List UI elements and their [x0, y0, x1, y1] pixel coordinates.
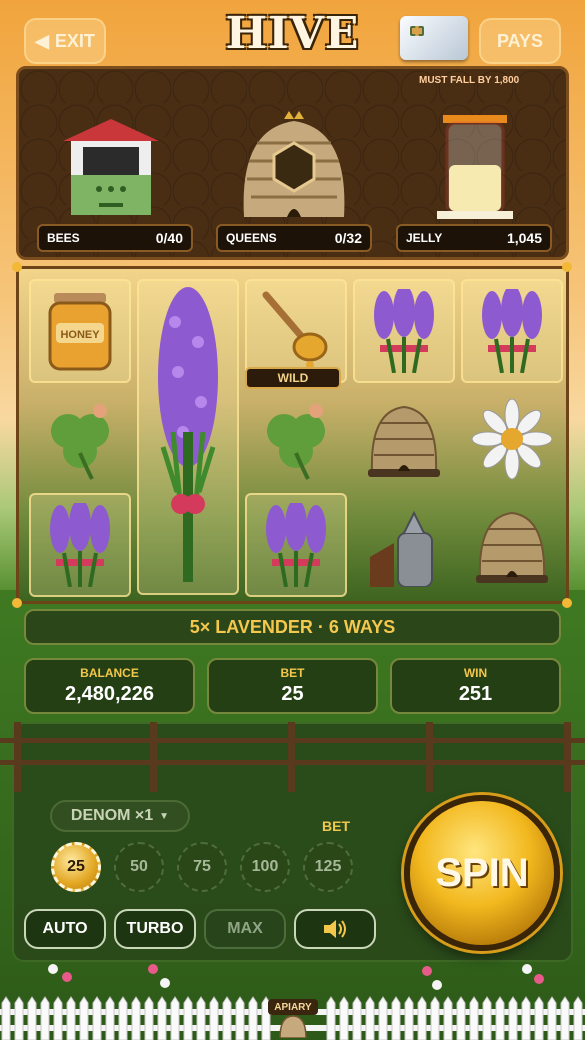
queens-label: QUEENS: [226, 231, 277, 245]
bet-chip-75[interactable]: 75: [177, 842, 227, 892]
win-message: 5× LAVENDER · 6 WAYS: [24, 609, 561, 645]
speaker-icon: [324, 920, 346, 938]
lavender-icon: [374, 289, 434, 373]
reel-grid[interactable]: HONEY WILD: [16, 266, 569, 604]
queens-counter: QUEENS 0/32: [216, 224, 372, 252]
reel-corner: [12, 598, 22, 608]
bees-counter: BEES 0/40: [37, 224, 193, 252]
win-box: WIN 251: [390, 658, 561, 714]
game-title: HIVE: [225, 8, 360, 59]
balance-value: 2,480,226: [65, 683, 154, 705]
denom-label: DENOM ×1: [70, 807, 154, 824]
lavender-icon: [266, 503, 326, 587]
beehive-icon: [368, 405, 440, 477]
fence-post: [426, 722, 433, 792]
win-value: 251: [458, 683, 493, 705]
flower-icon: [522, 964, 532, 974]
fence-post: [288, 722, 295, 792]
win-label: WIN: [463, 666, 488, 680]
bet-chip-125[interactable]: 125: [303, 842, 353, 892]
pays-button[interactable]: PAYS: [479, 18, 561, 64]
flower-icon: [422, 966, 432, 976]
clover-icon: [267, 404, 325, 480]
reel-cell: [29, 387, 131, 491]
reel-cell: [353, 493, 455, 597]
skep-icon: [279, 1015, 307, 1038]
reel-cell: [245, 493, 347, 597]
fence-post: [564, 722, 571, 792]
reel-cell: [353, 387, 455, 491]
bet-value: 25: [281, 683, 304, 705]
sound-button[interactable]: [294, 909, 376, 949]
jelly-counter: JELLY 1,045: [396, 224, 552, 252]
max-bet-button[interactable]: MAX: [204, 909, 286, 949]
balance-label: BALANCE: [80, 666, 139, 680]
apiary-label: APIARY: [268, 999, 318, 1015]
queens-value: 0/32: [334, 230, 362, 246]
svg-text:HONEY: HONEY: [60, 329, 100, 341]
bet-chip-25[interactable]: 25: [51, 842, 101, 892]
jelly-label: JELLY: [406, 231, 443, 245]
lavender-icon: [50, 503, 110, 587]
reel-cell: [461, 279, 563, 383]
fence-post: [14, 722, 21, 792]
back-arrow-icon: ◀: [35, 30, 49, 51]
reel-cell: [29, 493, 131, 597]
bet-chips-label: BET: [322, 818, 350, 834]
reel-corner: [562, 598, 572, 608]
bee-box-icon: [63, 119, 159, 215]
beehive-icon: [476, 511, 548, 583]
flower-icon: [148, 964, 158, 974]
bet-label: BET: [280, 666, 305, 680]
spin-button[interactable]: SPIN: [404, 795, 560, 951]
turbo-button[interactable]: TURBO: [114, 909, 196, 949]
daisy-icon: [472, 398, 552, 480]
bet-box: BET 25: [207, 658, 378, 714]
collection-panel: MUST FALL BY 1,800 BEES 0/40 QUEENS 0/32…: [16, 66, 569, 260]
chevron-down-icon: ▼: [159, 810, 170, 822]
smoker-icon: [370, 510, 433, 587]
flower-icon: [160, 978, 170, 988]
queen-skep-icon: [243, 111, 345, 217]
flower-icon: [48, 964, 58, 974]
exit-button[interactable]: ◀ EXIT: [24, 18, 106, 64]
card-icon[interactable]: [400, 16, 468, 60]
reel-cell: [353, 279, 455, 383]
reel-cell: [245, 387, 347, 491]
reel-cell: HONEY: [29, 279, 131, 383]
honey-jar-icon: HONEY: [48, 293, 112, 371]
reel-cell: [461, 387, 563, 491]
exit-label: EXIT: [54, 30, 95, 51]
bet-chip-50[interactable]: 50: [114, 842, 164, 892]
bees-value: 0/40: [155, 230, 183, 246]
clover-icon: [51, 404, 109, 480]
reel-cell: [461, 493, 563, 597]
lavender-tall-icon: [158, 287, 218, 582]
balance-box: BALANCE 2,480,226: [24, 658, 195, 714]
royal-jelly-jar-icon: [437, 115, 513, 219]
denom-dropdown[interactable]: DENOM ×1 ▼: [50, 800, 190, 832]
lavender-icon: [482, 289, 542, 373]
jelly-value: 1,045: [506, 230, 542, 246]
flower-icon: [62, 972, 72, 982]
must-fall-note: MUST FALL BY 1,800: [419, 75, 520, 86]
bees-label: BEES: [47, 231, 80, 245]
wild-label: WILD: [245, 367, 341, 389]
reel-corner: [12, 262, 22, 272]
fence-post: [150, 722, 157, 792]
bet-chip-100[interactable]: 100: [240, 842, 290, 892]
honey-dipper-wild-icon: [262, 291, 328, 369]
reel-cell: [137, 279, 239, 595]
flower-icon: [432, 980, 442, 990]
reel-corner: [562, 262, 572, 272]
auto-button[interactable]: AUTO: [24, 909, 106, 949]
flower-icon: [534, 974, 544, 984]
